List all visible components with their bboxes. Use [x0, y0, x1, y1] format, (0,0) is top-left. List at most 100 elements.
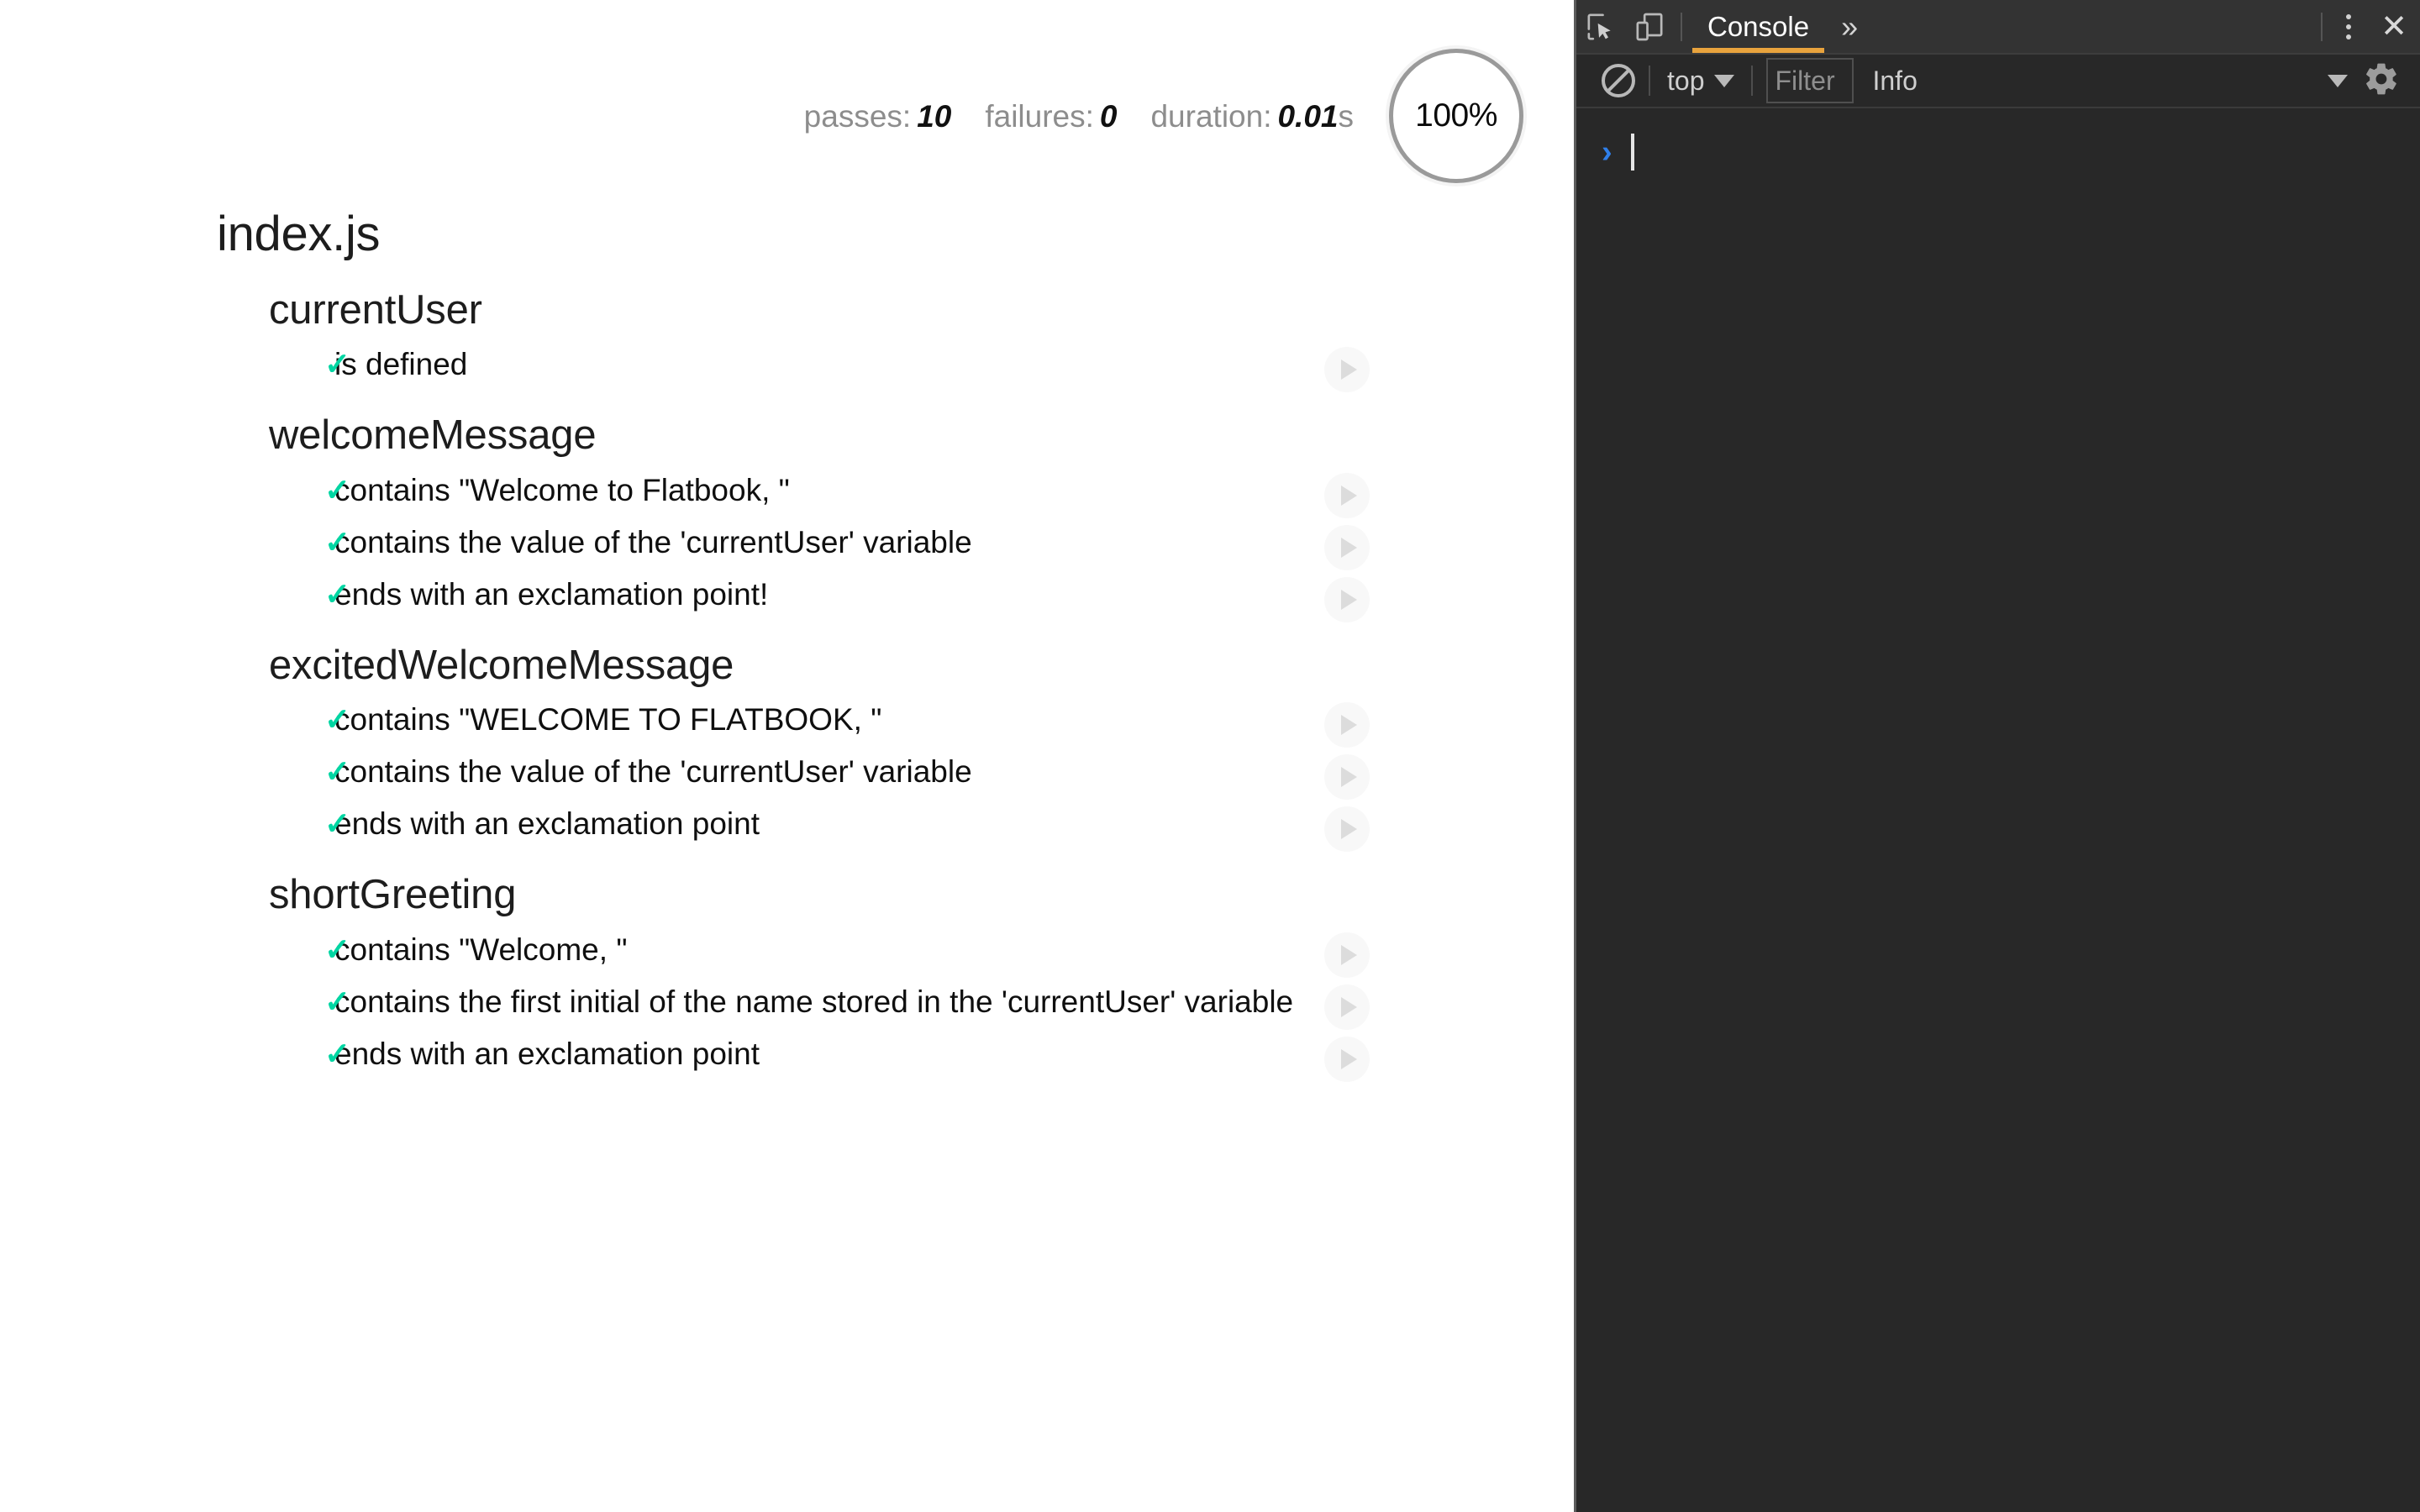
stat-duration-value: 0.01	[1277, 99, 1338, 134]
root-suite-title: index.js	[217, 210, 1574, 259]
test-suite: welcomeMessage✓contains "Welcome to Flat…	[269, 414, 1574, 613]
test-suite: currentUser ✓is defined	[269, 289, 1574, 384]
test-item-title: contains "Welcome, "	[334, 932, 627, 967]
test-item-title: ends with an exclamation point!	[334, 577, 768, 612]
play-icon	[1341, 486, 1357, 506]
play-icon	[1341, 1049, 1357, 1069]
play-icon	[1341, 360, 1357, 380]
replay-test-button[interactable]	[1324, 754, 1370, 800]
device-toolbar-icon[interactable]	[1625, 3, 1674, 51]
execution-context-select[interactable]: top	[1664, 66, 1738, 97]
more-options-icon[interactable]	[2329, 3, 2368, 51]
test-item-title: ends with an exclamation point	[334, 806, 760, 841]
replay-test-button[interactable]	[1324, 473, 1370, 518]
more-tabs-icon[interactable]: »	[1828, 0, 1871, 53]
test-item[interactable]: ✓ends with an exclamation point	[269, 805, 1574, 843]
tab-console-label: Console	[1707, 11, 1809, 43]
test-suite: excitedWelcomeMessage✓contains "WELCOME …	[269, 644, 1574, 843]
replay-test-button[interactable]	[1324, 347, 1370, 392]
test-item[interactable]: ✓contains the value of the 'currentUser'…	[269, 753, 1574, 791]
toolbar-divider-1	[1649, 66, 1650, 96]
test-pass-check-icon: ✓	[324, 983, 350, 1021]
test-pass-check-icon: ✓	[324, 575, 350, 613]
replay-test-button[interactable]	[1324, 702, 1370, 748]
test-pass-check-icon: ✓	[324, 753, 350, 790]
test-suite: shortGreeting✓contains "Welcome, "✓conta…	[269, 874, 1574, 1073]
progress-ring: 100%	[1389, 49, 1523, 183]
test-pass-check-icon: ✓	[324, 805, 350, 843]
test-item[interactable]: ✓is defined	[269, 345, 1574, 384]
gear-icon[interactable]	[2363, 60, 2400, 102]
test-item-title: contains "WELCOME TO FLATBOOK, "	[334, 702, 881, 737]
test-item-title: contains the first initial of the name s…	[334, 984, 1293, 1019]
replay-test-button[interactable]	[1324, 1037, 1370, 1082]
test-suite-tree: index.js currentUser✓is definedwelcomeMe…	[0, 210, 1574, 1074]
test-item[interactable]: ✓ends with an exclamation point!	[269, 575, 1574, 614]
stat-failures: failures:0	[985, 101, 1117, 132]
test-stats-bar: passes:10 failures:0 duration:0.01s 100%	[804, 91, 1523, 141]
test-pass-check-icon: ✓	[324, 345, 350, 383]
test-item[interactable]: ✓contains "WELCOME TO FLATBOOK, "	[269, 701, 1574, 739]
test-item-title: contains the value of the 'currentUser' …	[334, 525, 972, 559]
test-item-title: contains the value of the 'currentUser' …	[334, 754, 972, 789]
play-icon	[1341, 819, 1357, 839]
test-list: ✓is defined	[269, 345, 1574, 384]
test-item[interactable]: ✓contains the first initial of the name …	[269, 983, 1574, 1021]
suite-title: welcomeMessage	[269, 414, 1574, 457]
devtools-panel: Console » ✕ top Filter	[1574, 0, 2420, 1512]
execution-context-label: top	[1667, 66, 1704, 97]
tab-console[interactable]: Console	[1689, 0, 1828, 53]
prompt-chevron-icon: ›	[1602, 136, 1612, 168]
test-item-title: is defined	[334, 347, 467, 381]
log-level-label: Info	[1872, 66, 1917, 96]
log-level-select[interactable]: Info	[1872, 66, 1917, 97]
console-text-cursor	[1631, 134, 1634, 171]
play-icon	[1341, 538, 1357, 558]
test-pass-check-icon: ✓	[324, 471, 350, 509]
test-item-title: ends with an exclamation point	[334, 1037, 760, 1071]
stat-failures-value: 0	[1100, 99, 1118, 134]
test-pass-check-icon: ✓	[324, 1035, 350, 1073]
play-icon	[1341, 767, 1357, 787]
test-pass-check-icon: ✓	[324, 931, 350, 969]
suite-title: shortGreeting	[269, 874, 1574, 916]
test-list: ✓contains "WELCOME TO FLATBOOK, "✓contai…	[269, 701, 1574, 843]
play-icon	[1341, 590, 1357, 610]
console-toolbar: top Filter Info	[1576, 55, 2420, 108]
close-icon[interactable]: ✕	[2368, 3, 2420, 51]
play-icon	[1341, 945, 1357, 965]
replay-test-button[interactable]	[1324, 932, 1370, 978]
test-item[interactable]: ✓contains "Welcome, "	[269, 931, 1574, 969]
test-item[interactable]: ✓contains the value of the 'currentUser'…	[269, 523, 1574, 562]
stat-duration-unit: s	[1339, 99, 1355, 134]
test-item[interactable]: ✓ends with an exclamation point	[269, 1035, 1574, 1074]
chevron-down-icon	[1714, 75, 1734, 87]
close-glyph: ✕	[2381, 8, 2407, 45]
replay-test-button[interactable]	[1324, 984, 1370, 1030]
app-root: passes:10 failures:0 duration:0.01s 100%…	[0, 0, 2420, 1512]
suite-title: excitedWelcomeMessage	[269, 644, 1574, 687]
stat-duration: duration:0.01s	[1150, 101, 1354, 132]
replay-test-button[interactable]	[1324, 577, 1370, 622]
play-icon	[1341, 715, 1357, 735]
stat-passes-value: 10	[917, 99, 951, 134]
play-icon	[1341, 997, 1357, 1017]
log-level-chevron-down-icon[interactable]	[2328, 75, 2348, 87]
filter-input[interactable]: Filter	[1766, 58, 1854, 103]
test-list: ✓contains "Welcome to Flatbook, "✓contai…	[269, 471, 1574, 614]
tabbar-divider-right	[2321, 13, 2323, 41]
clear-console-icon[interactable]	[1602, 64, 1635, 97]
console-prompt-row[interactable]: ›	[1576, 108, 2420, 177]
suite-title: currentUser	[269, 289, 1574, 332]
inspect-element-icon[interactable]	[1576, 3, 1625, 51]
test-item[interactable]: ✓contains "Welcome to Flatbook, "	[269, 471, 1574, 510]
test-item-title: contains "Welcome to Flatbook, "	[334, 473, 790, 507]
stat-duration-label: duration:	[1150, 99, 1271, 134]
replay-test-button[interactable]	[1324, 525, 1370, 570]
console-output-area[interactable]: ›	[1576, 108, 2420, 1512]
replay-test-button[interactable]	[1324, 806, 1370, 852]
suite-list: currentUser✓is definedwelcomeMessage✓con…	[0, 289, 1574, 1074]
test-pass-check-icon: ✓	[324, 523, 350, 561]
stat-passes-label: passes:	[804, 99, 912, 134]
tabbar-divider	[1681, 13, 1682, 41]
